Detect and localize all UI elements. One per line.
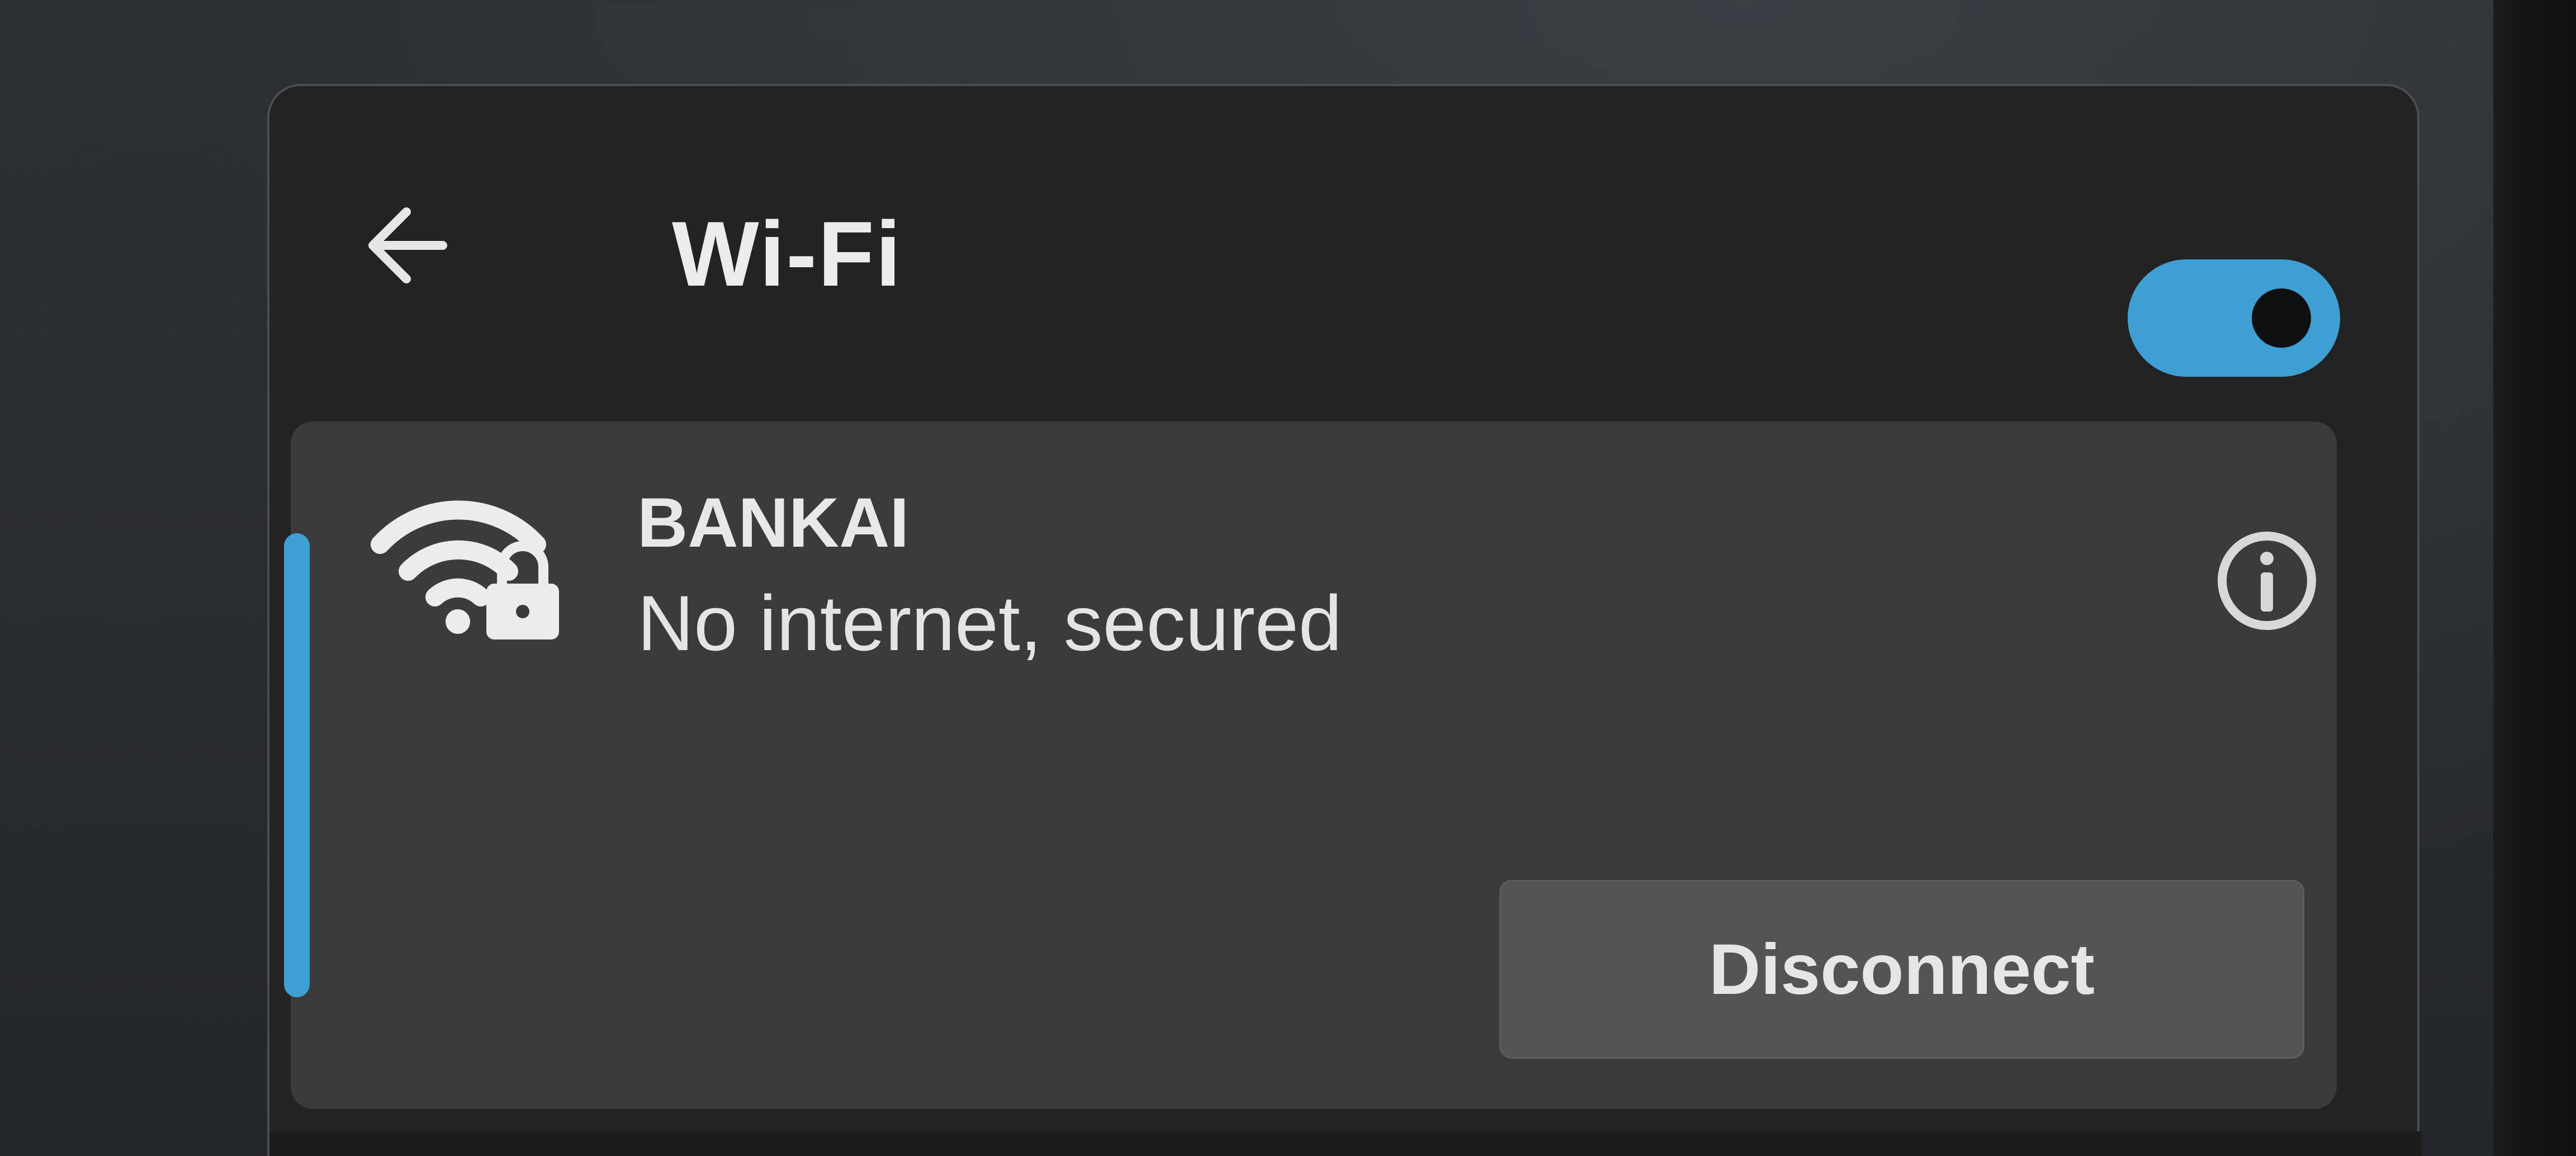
wifi-flyout-panel: Wi-Fi BANKAI No internet, secured Discon… [267,84,2422,1156]
flyout-bottom-area [269,1131,2422,1156]
device-bezel [2493,0,2576,1156]
network-status: No internet, secured [637,579,1342,667]
disconnect-button[interactable]: Disconnect [1499,880,2304,1059]
arrow-left-icon [368,207,447,283]
network-name: BANKAI [637,484,910,562]
toggle-knob [2252,288,2311,348]
wifi-lock-icon [371,500,559,639]
network-item-bankai[interactable]: BANKAI No internet, secured Disconnect [284,421,2337,1109]
connected-indicator-bar [284,533,310,997]
wifi-toggle[interactable] [2128,259,2340,377]
page-title: Wi-Fi [672,202,902,305]
back-button[interactable] [359,198,454,293]
flyout-header: Wi-Fi [359,198,2349,421]
info-icon[interactable] [2214,528,2320,634]
